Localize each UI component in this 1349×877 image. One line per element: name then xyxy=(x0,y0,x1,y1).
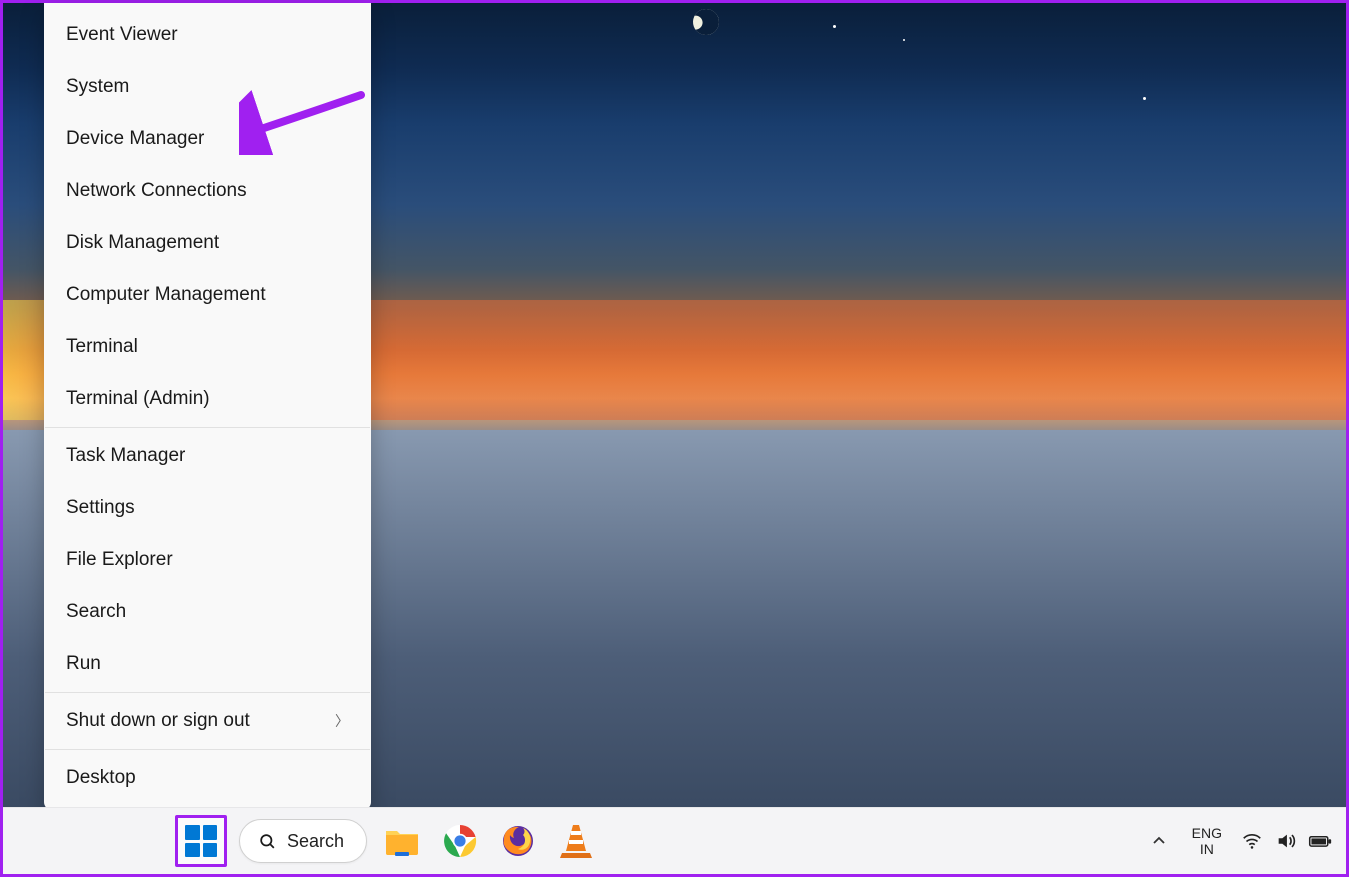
folder-icon xyxy=(384,825,420,857)
lang-bottom: IN xyxy=(1200,841,1214,857)
menu-item-label: Disk Management xyxy=(66,232,219,254)
language-indicator[interactable]: ENG IN xyxy=(1186,823,1228,859)
menu-separator xyxy=(45,749,370,750)
search-icon xyxy=(258,832,277,851)
battery-icon xyxy=(1308,830,1332,852)
volume-button[interactable] xyxy=(1274,829,1298,853)
tray-overflow-button[interactable] xyxy=(1144,826,1174,856)
menu-item-label: System xyxy=(66,76,129,98)
firefox-icon xyxy=(501,824,535,858)
menu-item-terminal[interactable]: Terminal xyxy=(44,321,371,373)
battery-button[interactable] xyxy=(1308,829,1332,853)
menu-item-label: Computer Management xyxy=(66,284,266,306)
vlc-app[interactable] xyxy=(553,818,599,864)
menu-item-label: File Explorer xyxy=(66,549,173,571)
menu-item-file-explorer[interactable]: File Explorer xyxy=(44,534,371,586)
menu-item-label: Shut down or sign out xyxy=(66,710,250,732)
menu-item-terminal-admin[interactable]: Terminal (Admin) xyxy=(44,373,371,425)
speaker-icon xyxy=(1275,830,1297,852)
search-label: Search xyxy=(287,831,344,852)
menu-item-desktop[interactable]: Desktop xyxy=(44,752,371,804)
menu-item-run[interactable]: Run xyxy=(44,638,371,690)
menu-item-label: Device Manager xyxy=(66,128,204,150)
menu-item-search[interactable]: Search xyxy=(44,586,371,638)
taskbar-left: Search xyxy=(175,815,599,867)
menu-item-system[interactable]: System xyxy=(44,61,371,113)
menu-item-network-connections[interactable]: Network Connections xyxy=(44,165,371,217)
chevron-right-icon: 〉 xyxy=(335,711,349,731)
menu-item-device-manager[interactable]: Device Manager xyxy=(44,113,371,165)
menu-item-disk-management[interactable]: Disk Management xyxy=(44,217,371,269)
windows-logo-icon xyxy=(185,825,217,857)
menu-item-label: Search xyxy=(66,601,126,623)
chrome-icon xyxy=(443,824,477,858)
chrome-app[interactable] xyxy=(437,818,483,864)
wifi-button[interactable] xyxy=(1240,829,1264,853)
menu-item-label: Settings xyxy=(66,497,135,519)
vlc-cone-icon xyxy=(560,823,592,859)
menu-item-label: Network Connections xyxy=(66,180,247,202)
star-icon xyxy=(1143,97,1146,100)
menu-item-label: Event Viewer xyxy=(66,24,178,46)
star-icon xyxy=(833,25,836,28)
moon-icon xyxy=(689,5,722,38)
taskbar-search[interactable]: Search xyxy=(239,819,367,863)
menu-item-label: Terminal xyxy=(66,336,138,358)
menu-item-event-viewer[interactable]: Event Viewer xyxy=(44,9,371,61)
taskbar-right: ENG IN xyxy=(1144,823,1332,859)
menu-separator xyxy=(45,692,370,693)
menu-separator xyxy=(45,427,370,428)
start-button[interactable] xyxy=(175,815,227,867)
menu-item-shutdown-signout[interactable]: Shut down or sign out 〉 xyxy=(44,695,371,747)
star-icon xyxy=(903,39,905,41)
menu-item-label: Task Manager xyxy=(66,445,185,467)
wifi-icon xyxy=(1241,830,1263,852)
menu-item-computer-management[interactable]: Computer Management xyxy=(44,269,371,321)
firefox-app[interactable] xyxy=(495,818,541,864)
system-tray xyxy=(1240,829,1332,853)
menu-item-label: Desktop xyxy=(66,767,136,789)
winx-context-menu: Event Viewer System Device Manager Netwo… xyxy=(44,3,371,810)
menu-item-label: Run xyxy=(66,653,101,675)
file-explorer-app[interactable] xyxy=(379,818,425,864)
menu-item-label: Terminal (Admin) xyxy=(66,388,210,410)
chevron-up-icon xyxy=(1151,833,1167,849)
lang-top: ENG xyxy=(1192,825,1222,841)
menu-item-task-manager[interactable]: Task Manager xyxy=(44,430,371,482)
menu-item-settings[interactable]: Settings xyxy=(44,482,371,534)
taskbar: Search xyxy=(3,807,1346,874)
